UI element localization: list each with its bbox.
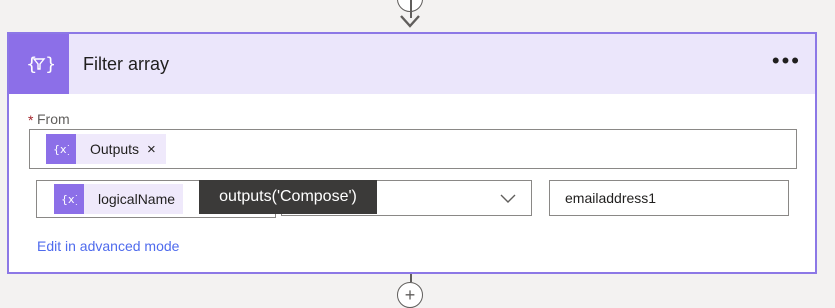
connector-arrow-icon <box>400 15 420 28</box>
chevron-down-icon <box>500 194 516 203</box>
svg-text:}: } <box>45 54 54 75</box>
filter-array-icon: { } <box>9 34 69 94</box>
expression-icon: {x} <box>54 184 84 214</box>
svg-text:{x}: {x} <box>53 143 69 156</box>
add-step-button[interactable]: + <box>397 282 423 308</box>
card-title: Filter array <box>83 54 170 74</box>
edit-advanced-mode-link[interactable]: Edit in advanced mode <box>37 238 179 254</box>
token-label: logicalName <box>98 191 176 207</box>
right-value: emailaddress1 <box>565 190 657 206</box>
more-options-button[interactable]: ••• <box>772 50 801 72</box>
expression-icon: {x} <box>46 134 76 164</box>
required-marker: * <box>28 112 34 128</box>
filter-array-card: { } Filter array ••• * From {x} Outputs … <box>7 32 817 274</box>
token-remove-button[interactable]: × <box>147 141 166 158</box>
svg-text:{: { <box>26 54 37 75</box>
svg-text:{x}: {x} <box>61 193 77 206</box>
connector-line-bottom <box>410 274 412 282</box>
logicalname-token[interactable]: {x} logicalName <box>54 184 184 214</box>
from-label: From <box>37 111 70 127</box>
expression-tooltip: outputs('Compose') <box>199 180 377 214</box>
outputs-token[interactable]: {x} Outputs × <box>46 134 166 164</box>
token-label: Outputs <box>90 141 140 157</box>
card-header[interactable]: { } Filter array ••• <box>9 34 815 94</box>
from-input[interactable]: {x} Outputs × <box>29 129 797 169</box>
condition-right-input[interactable]: emailaddress1 <box>549 180 789 216</box>
